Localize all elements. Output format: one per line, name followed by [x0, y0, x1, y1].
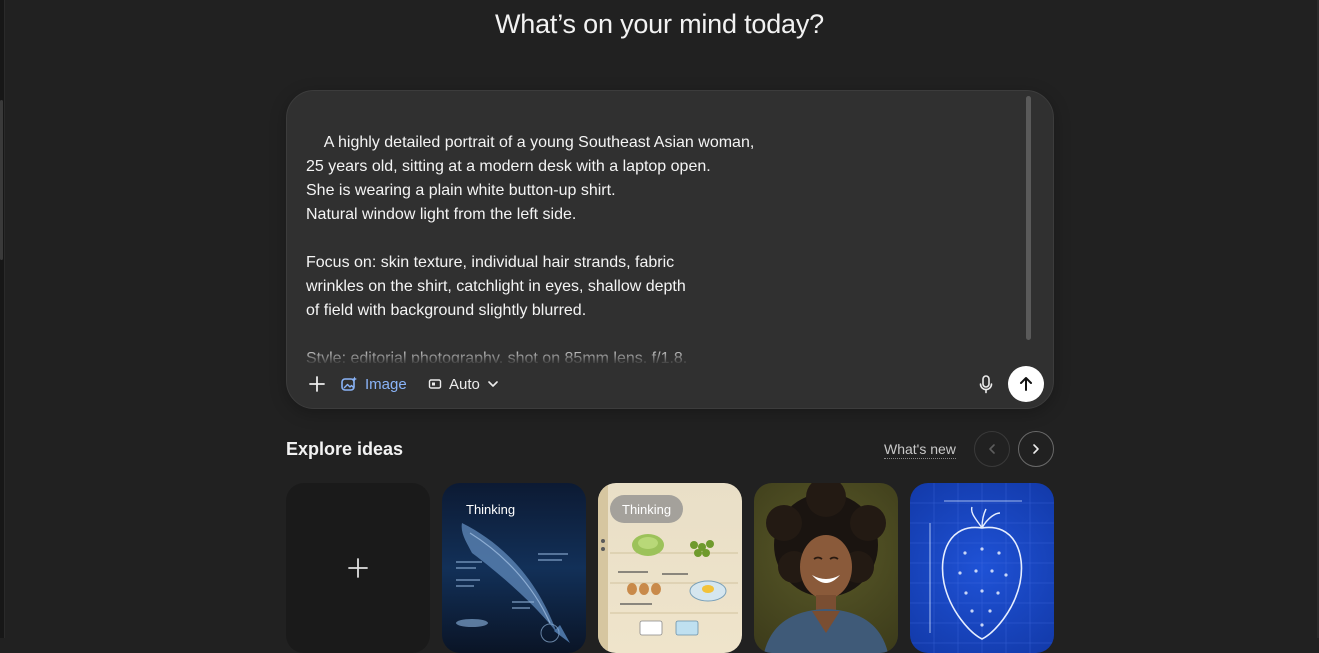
carousel-next-button[interactable] — [1018, 431, 1054, 467]
strawberry-blueprint-image — [910, 483, 1054, 653]
whats-new-link[interactable]: What's new — [884, 441, 956, 459]
prompt-fade-overlay — [306, 347, 1021, 363]
carousel-prev-button[interactable] — [974, 431, 1010, 467]
aspect-ratio-icon — [428, 379, 442, 389]
prompt-textarea[interactable]: A highly detailed portrait of a young So… — [306, 107, 1021, 363]
plus-icon — [309, 376, 325, 392]
image-mode-label: Image — [365, 375, 407, 393]
chevron-down-icon — [488, 381, 498, 387]
thinking-badge: Thinking — [610, 495, 684, 523]
explore-ideas-title: Explore ideas — [286, 439, 404, 459]
prompt-text: A highly detailed portrait of a young So… — [306, 134, 755, 363]
send-button[interactable] — [1008, 366, 1044, 402]
idea-card-new[interactable] — [286, 483, 430, 653]
sidebar-scroll-notch — [0, 100, 3, 260]
arrow-up-icon — [1020, 377, 1032, 391]
voice-input-button[interactable] — [973, 366, 999, 402]
image-mode-button[interactable]: Image — [339, 366, 407, 402]
plus-icon — [348, 558, 368, 578]
idea-card-portrait[interactable] — [754, 483, 898, 653]
page-title: What’s on your mind today? — [495, 9, 824, 39]
idea-card-whale[interactable]: Thinking — [442, 483, 586, 653]
prompt-scrollbar[interactable] — [1026, 96, 1031, 340]
microphone-icon — [979, 375, 993, 394]
composer-toolbar: Image Auto — [301, 366, 1044, 402]
thinking-badge: Thinking — [466, 501, 516, 517]
prompt-composer: A highly detailed portrait of a young So… — [286, 90, 1054, 409]
sidebar-edge — [0, 0, 5, 638]
idea-card-blueprint[interactable] — [910, 483, 1054, 653]
aspect-ratio-dropdown[interactable]: Auto — [427, 366, 500, 402]
idea-card-recipe[interactable]: Thinking — [598, 483, 742, 653]
add-attachment-button[interactable] — [303, 366, 331, 402]
chevron-right-icon — [1033, 444, 1039, 454]
chevron-left-icon — [989, 444, 995, 454]
image-sparkle-icon — [341, 376, 357, 391]
smiling-woman-portrait-image — [764, 483, 888, 653]
aspect-ratio-label: Auto — [449, 375, 480, 393]
